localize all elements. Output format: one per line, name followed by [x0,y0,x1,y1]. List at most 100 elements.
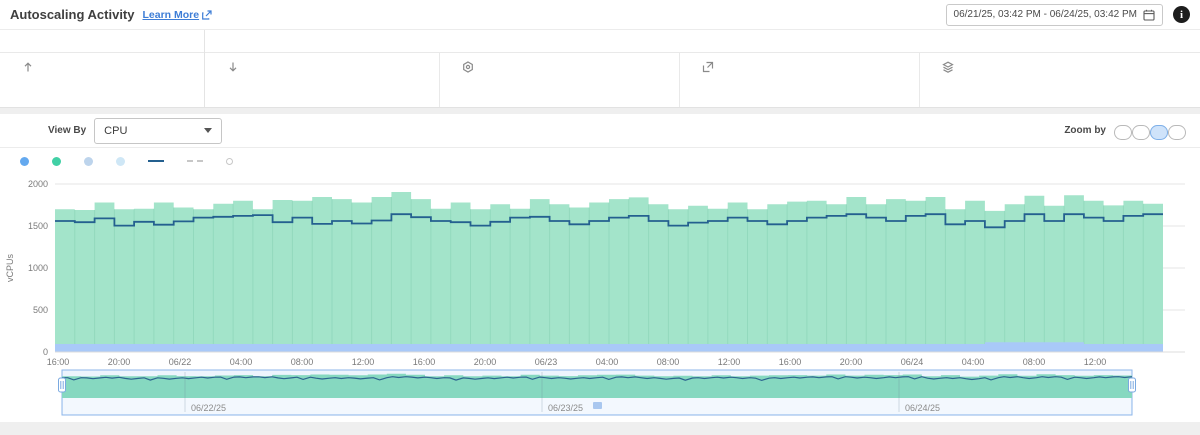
legend-dot-icon [116,157,125,166]
zoom-option-1h[interactable] [1114,125,1132,140]
stat-metric [246,92,439,107]
view-by-select[interactable]: CPU [94,118,222,144]
legend-dot-icon [52,157,61,166]
svg-text:20:00: 20:00 [840,357,863,367]
navigator-resize-handle[interactable] [59,378,66,392]
legend-item[interactable] [226,158,238,165]
legend-item[interactable] [116,157,130,166]
stat-card [0,53,204,107]
svg-text:1500: 1500 [28,221,48,231]
svg-text:12:00: 12:00 [718,357,741,367]
stats-panel [0,30,1200,108]
chart-legend [0,148,1200,174]
legend-item[interactable] [52,157,66,166]
calendar-icon[interactable] [1143,9,1155,21]
svg-text:vCPUs: vCPUs [5,254,15,283]
spot-hexagon-icon [462,61,474,73]
svg-text:06/22: 06/22 [169,357,192,367]
stat-metric [41,77,204,92]
stat-card [920,53,1200,107]
stat-card-head [22,61,204,73]
stats-cards-row [205,53,1200,107]
page-title: Autoscaling Activity [10,7,134,22]
svg-text:06/23: 06/23 [535,357,558,367]
svg-text:06/23/25: 06/23/25 [548,403,583,413]
navigator-resize-handle[interactable] [1129,378,1136,392]
svg-text:1000: 1000 [28,263,48,273]
legend-item[interactable] [84,157,98,166]
stat-metrics [227,73,439,107]
breakdown-lifecycle-tabs [14,122,34,140]
stat-card-head [227,61,439,73]
legend-dashed-line-icon [187,160,203,162]
learn-more-label: Learn More [142,9,199,21]
main-chart-svg: 0 500 1000 1500 2000 vCPUs 16:00 20:00 06/22 04:0… [0,174,1200,368]
zoom-option-3-days[interactable] [1150,125,1168,140]
stat-card-head [702,61,919,73]
legend-dot-icon [84,157,93,166]
zoom-by-label: Zoom by [1064,125,1106,136]
svg-text:0: 0 [43,347,48,357]
zoom-option-7-days[interactable] [1168,125,1186,140]
stat-metrics [702,73,919,92]
stat-metric [481,77,679,92]
svg-text:06/22/25: 06/22/25 [191,403,226,413]
commitments-layers-icon [942,61,954,73]
zoom-option-12h[interactable] [1132,125,1150,140]
external-link-icon [202,10,212,20]
svg-text:20:00: 20:00 [108,357,131,367]
info-icon[interactable]: i [1173,6,1190,23]
legend-line-icon [148,160,164,162]
stat-metric [41,92,204,107]
main-chart: 0 500 1000 1500 2000 vCPUs 16:00 20:00 06/22 04:0… [0,174,1200,368]
svg-text:500: 500 [33,305,48,315]
stats-group-title [0,30,204,53]
stat-card [205,53,440,107]
legend-item[interactable] [20,157,34,166]
scale-down-arrow-icon [227,61,239,73]
chart-controls-row: View By CPU Zoom by [0,114,1200,148]
legend-item[interactable] [148,160,169,162]
svg-text:06/24/25: 06/24/25 [905,403,940,413]
svg-text:08:00: 08:00 [1023,357,1046,367]
legend-item[interactable] [187,160,208,162]
stat-metric [721,77,919,92]
stat-card-head [942,61,1200,73]
svg-text:16:00: 16:00 [413,357,436,367]
stat-metric [961,77,1200,92]
learn-more-link[interactable]: Learn More [142,9,212,21]
stat-card-head [462,61,679,73]
svg-text:06/24: 06/24 [901,357,924,367]
svg-text:2000: 2000 [28,179,48,189]
legend-dot-icon [20,157,29,166]
chevron-down-icon [204,128,212,133]
stats-cards-row [0,53,204,107]
legend-hollow-circle-icon [226,158,233,165]
stat-card [440,53,680,107]
stats-group-title [205,30,1200,53]
svg-text:04:00: 04:00 [962,357,985,367]
navigator-scrollbar-grip[interactable] [593,402,602,409]
svg-text:20:00: 20:00 [474,357,497,367]
view-by-value: CPU [104,125,127,137]
lower-cost-icon [702,61,714,73]
stat-metrics [462,73,679,92]
stats-group [0,30,205,107]
top-header: Autoscaling Activity Learn More 06/21/25… [0,0,1200,30]
svg-text:04:00: 04:00 [596,357,619,367]
svg-text:08:00: 08:00 [291,357,314,367]
chart-panel: View By CPU Zoom by 0 500 1000 1500 2000 vCPU… [0,114,1200,422]
date-range-value: 06/21/25, 03:42 PM - 06/24/25, 03:42 PM [954,9,1137,20]
svg-text:12:00: 12:00 [352,357,375,367]
stat-metrics [942,73,1200,92]
scale-up-arrow-icon [22,61,34,73]
zoom-by-group: Zoom by [1064,122,1186,140]
date-range-picker[interactable]: 06/21/25, 03:42 PM - 06/24/25, 03:42 PM [946,4,1163,26]
svg-text:08:00: 08:00 [657,357,680,367]
view-by-label: View By [48,125,86,136]
svg-text:16:00: 16:00 [47,357,70,367]
stat-card [680,53,920,107]
svg-text:16:00: 16:00 [779,357,802,367]
chart-navigator: 06/22/25 06/23/25 06/24/25 [0,368,1200,422]
stat-metrics [22,73,204,107]
